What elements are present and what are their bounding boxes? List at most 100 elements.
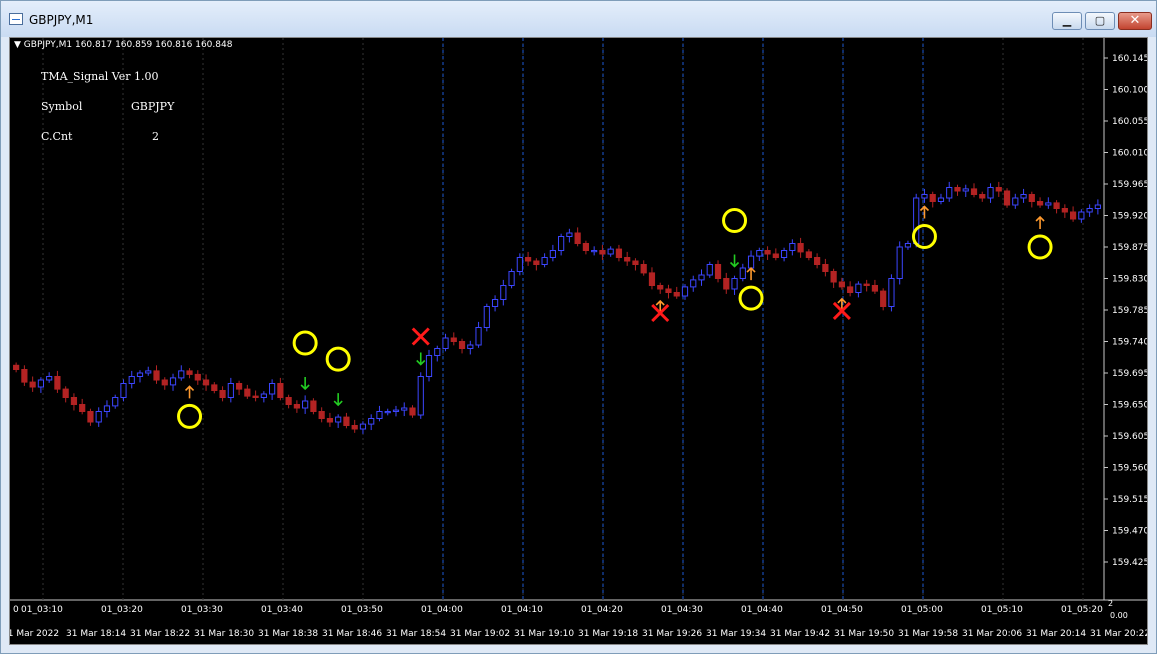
price-tick-label: 159.515 [1112, 495, 1147, 505]
candle-body [450, 337, 457, 342]
signal-circle [738, 285, 764, 311]
maximize-icon: ▢ [1094, 14, 1106, 27]
candle-body [153, 370, 160, 381]
candle-body [145, 370, 152, 374]
candle-body [665, 288, 672, 293]
price-tick-label: 159.560 [1112, 464, 1147, 474]
time-label-bottom: 31 Mar 2022 [10, 629, 59, 639]
candle-body [946, 187, 953, 199]
price-tick-label: 160.010 [1112, 149, 1147, 159]
candle-body [632, 260, 639, 265]
time-label-bottom: 31 Mar 19:42 [770, 629, 830, 639]
candle-body [822, 264, 829, 272]
candle-body [764, 250, 771, 255]
candle-body [467, 344, 474, 349]
time-label-top: 01_04:20 [581, 605, 623, 615]
candle-body [277, 383, 284, 398]
candle-body [244, 388, 251, 397]
candle-body [409, 407, 416, 416]
candle-body [871, 285, 879, 292]
candle-body [1061, 208, 1068, 213]
candle-body [962, 188, 969, 192]
candle-body [269, 383, 276, 395]
candle-body [87, 411, 94, 423]
price-tick-label: 159.740 [1112, 338, 1147, 348]
candle-body [161, 379, 168, 386]
candle-body [260, 393, 267, 398]
candle-body [136, 372, 144, 377]
time-label-bottom: 31 Mar 19:58 [898, 629, 958, 639]
candle-body [1086, 208, 1093, 213]
candle-body [359, 423, 367, 430]
candle-body [698, 274, 705, 281]
candle-body [29, 381, 36, 388]
lower-axis-right-bottom: 0.00 [1110, 611, 1128, 620]
candle-body [79, 404, 86, 412]
close-button[interactable]: ✕ [1118, 12, 1152, 30]
time-label-top: 01_04:30 [661, 605, 703, 615]
candle-body [376, 411, 383, 419]
candle-body [1003, 190, 1011, 206]
time-label-bottom: 31 Mar 20:06 [962, 629, 1022, 639]
candle-body [178, 370, 185, 379]
candle-body [847, 286, 854, 293]
header-ohlc: 160.817 160.859 160.816 160.848 [74, 40, 233, 50]
candle-body [863, 283, 870, 287]
time-label-bottom: 31 Mar 19:10 [514, 629, 574, 639]
candle-body [516, 257, 523, 272]
symbol-value: GBPJPY [131, 100, 175, 113]
candle-body [723, 278, 730, 290]
signal-circle [177, 403, 203, 429]
candle-body [904, 243, 912, 248]
candle-body [706, 264, 713, 276]
candle-body [13, 364, 20, 370]
candle-body [690, 279, 697, 288]
time-label-bottom: 31 Mar 19:02 [450, 629, 510, 639]
candle-body [731, 278, 738, 290]
time-label-bottom: 31 Mar 18:38 [258, 629, 318, 639]
candle-body [607, 248, 614, 255]
time-label-top: 01_04:00 [421, 605, 463, 615]
candle-body [103, 405, 111, 412]
time-label-top: 01_03:20 [101, 605, 143, 615]
candle-body [70, 397, 78, 405]
candle-body [483, 306, 490, 328]
title-bar[interactable]: GBPJPY,M1 ▁ ▢ ✕ [1, 1, 1156, 37]
candle-body [558, 236, 565, 251]
candle-body [1094, 204, 1101, 209]
candle-body [615, 248, 623, 259]
down-arrow-icon [300, 377, 310, 391]
price-chart[interactable]: 160.145 160.100 160.055 160.010 159.965 159.9… [10, 38, 1147, 644]
up-arrow-icon [184, 385, 195, 399]
candle-body [384, 411, 391, 414]
maximize-button[interactable]: ▢ [1085, 12, 1115, 30]
down-arrow-icon [333, 393, 343, 407]
candle-body [896, 246, 903, 279]
window-title: GBPJPY,M1 [29, 13, 94, 27]
candle-body [648, 272, 656, 286]
candle-body [1053, 202, 1060, 209]
candle-body [987, 187, 994, 199]
candle-body [954, 187, 961, 192]
price-tick-label: 159.695 [1112, 369, 1147, 379]
candle-body [128, 376, 135, 384]
candle-body [549, 250, 556, 258]
candle-body [169, 377, 177, 386]
time-label-top: 01_04:50 [821, 605, 863, 615]
price-tick-label: 159.965 [1112, 180, 1147, 190]
candle-body [1036, 201, 1044, 206]
candle-body [508, 271, 515, 286]
candle-body [739, 267, 746, 279]
candle-body [252, 395, 259, 399]
time-label-bottom: 31 Mar 20:22 [1090, 629, 1147, 639]
chart-area[interactable]: 160.145 160.100 160.055 160.010 159.965 159.9… [9, 37, 1148, 645]
time-label-bottom: 31 Mar 18:46 [322, 629, 382, 639]
time-label-top: 01_03:50 [341, 605, 383, 615]
candle-body [772, 253, 779, 258]
minimize-button[interactable]: ▁ [1052, 12, 1082, 30]
candle-body [442, 337, 449, 349]
candle-body [624, 257, 631, 262]
dropdown-triangle-icon[interactable]: ▼ [14, 40, 21, 50]
down-arrow-icon [416, 352, 426, 366]
signal-circle [325, 346, 351, 372]
